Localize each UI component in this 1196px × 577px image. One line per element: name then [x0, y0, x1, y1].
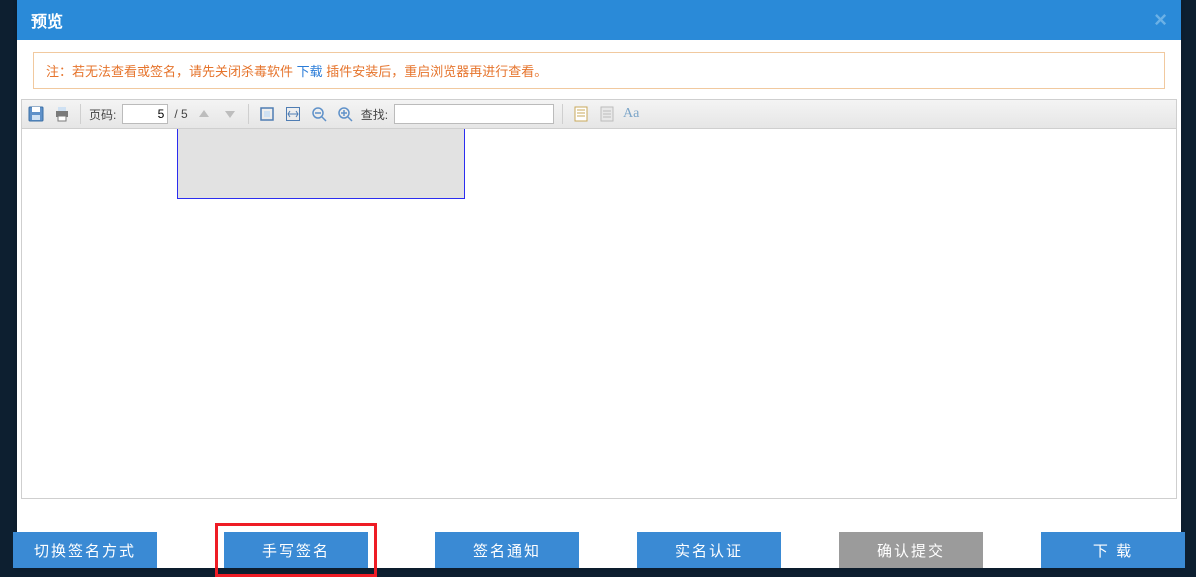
- search-label: 查找:: [361, 106, 388, 123]
- search-input[interactable]: [394, 104, 554, 124]
- preview-modal: 预览 × 注：若无法查看或签名，请先关闭杀毒软件 下载 插件安装后，重启浏览器再…: [17, 0, 1181, 568]
- fit-page-icon[interactable]: [257, 104, 277, 124]
- prev-page-icon[interactable]: [194, 104, 214, 124]
- toolbar-separator: [562, 104, 563, 124]
- next-page-icon[interactable]: [220, 104, 240, 124]
- toolbar-separator: [248, 104, 249, 124]
- notice-prefix: 注：若无法查看或签名，请先关闭杀毒软件: [46, 64, 297, 79]
- modal-header: 预览 ×: [17, 0, 1181, 40]
- save-icon[interactable]: [26, 104, 46, 124]
- signature-box[interactable]: [177, 129, 465, 199]
- modal-title: 预览: [31, 8, 63, 32]
- text-size-icon[interactable]: Aa: [623, 106, 639, 122]
- document-page: 本次申请文档作为一个整体，签名人保证相关内容真实、合法、有效，并自行承担由此引起…: [59, 129, 1139, 229]
- notice-bar: 注：若无法查看或签名，请先关闭杀毒软件 下载 插件安装后，重启浏览器再进行查看。: [33, 52, 1165, 89]
- action-button-row: 切换签名方式 手写签名 签名通知 实名认证 确认提交 下 载: [17, 523, 1181, 577]
- document-viewer: 本次申请文档作为一个整体，签名人保证相关内容真实、合法、有效，并自行承担由此引起…: [21, 129, 1177, 499]
- hand-tool-icon[interactable]: [597, 104, 617, 124]
- page-total: / 5: [174, 107, 187, 121]
- print-icon[interactable]: [52, 104, 72, 124]
- page-number-input[interactable]: [122, 104, 168, 124]
- realname-auth-button[interactable]: 实名认证: [637, 532, 781, 568]
- signature-row: 经营者(委托 代理人) 周德齐签名:: [59, 129, 1139, 199]
- toolbar-separator: [80, 104, 81, 124]
- handwrite-sign-button[interactable]: 手写签名: [224, 532, 368, 568]
- page-label: 页码:: [89, 106, 116, 123]
- notice-suffix: 插件安装后，重启浏览器再进行查看。: [323, 64, 548, 79]
- zoom-in-icon[interactable]: [335, 104, 355, 124]
- close-icon[interactable]: ×: [1154, 7, 1167, 33]
- document-scroll-area[interactable]: 本次申请文档作为一个整体，签名人保证相关内容真实、合法、有效，并自行承担由此引起…: [22, 129, 1176, 498]
- fit-width-icon[interactable]: [283, 104, 303, 124]
- download-plugin-link[interactable]: 下载: [297, 64, 323, 79]
- confirm-submit-button: 确认提交: [839, 532, 983, 568]
- text-select-icon[interactable]: [571, 104, 591, 124]
- handwrite-sign-highlight: 手写签名: [215, 523, 377, 577]
- download-button[interactable]: 下 载: [1041, 532, 1185, 568]
- viewer-toolbar: 页码: / 5 查找: Aa: [21, 99, 1177, 129]
- sign-notice-button[interactable]: 签名通知: [435, 532, 579, 568]
- switch-sign-mode-button[interactable]: 切换签名方式: [13, 532, 157, 568]
- zoom-out-icon[interactable]: [309, 104, 329, 124]
